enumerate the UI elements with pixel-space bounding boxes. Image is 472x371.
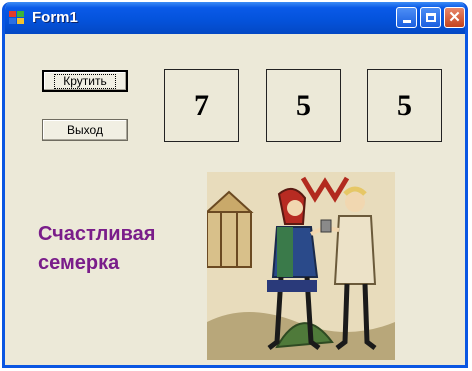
close-icon: ✕ [448, 9, 461, 26]
maximize-button[interactable] [420, 7, 441, 28]
exit-button-label: Выход [67, 123, 103, 137]
lucky-caption: Счастливая семерка [38, 220, 208, 278]
digit-box-3: 5 [367, 69, 442, 142]
digit-box-1: 7 [164, 69, 239, 142]
maximize-icon [425, 13, 436, 22]
lucky-caption-line1: Счастливая [38, 223, 156, 245]
form-window: Form1 ✕ Крутить Выход 7 5 5 Счастливая с… [2, 2, 468, 368]
close-button[interactable]: ✕ [444, 7, 465, 28]
minimize-icon [402, 20, 411, 23]
medieval-illustration [207, 172, 395, 360]
app-icon[interactable] [9, 11, 25, 25]
lucky-caption-line2: семерка [38, 252, 120, 274]
minimize-button[interactable] [396, 7, 417, 28]
window-title: Form1 [32, 9, 78, 26]
spin-button-label: Крутить [54, 73, 116, 89]
exit-button[interactable]: Выход [42, 119, 128, 141]
title-bar[interactable]: Form1 ✕ [5, 2, 465, 34]
digit-box-2: 5 [266, 69, 341, 142]
spin-button[interactable]: Крутить [42, 70, 128, 92]
